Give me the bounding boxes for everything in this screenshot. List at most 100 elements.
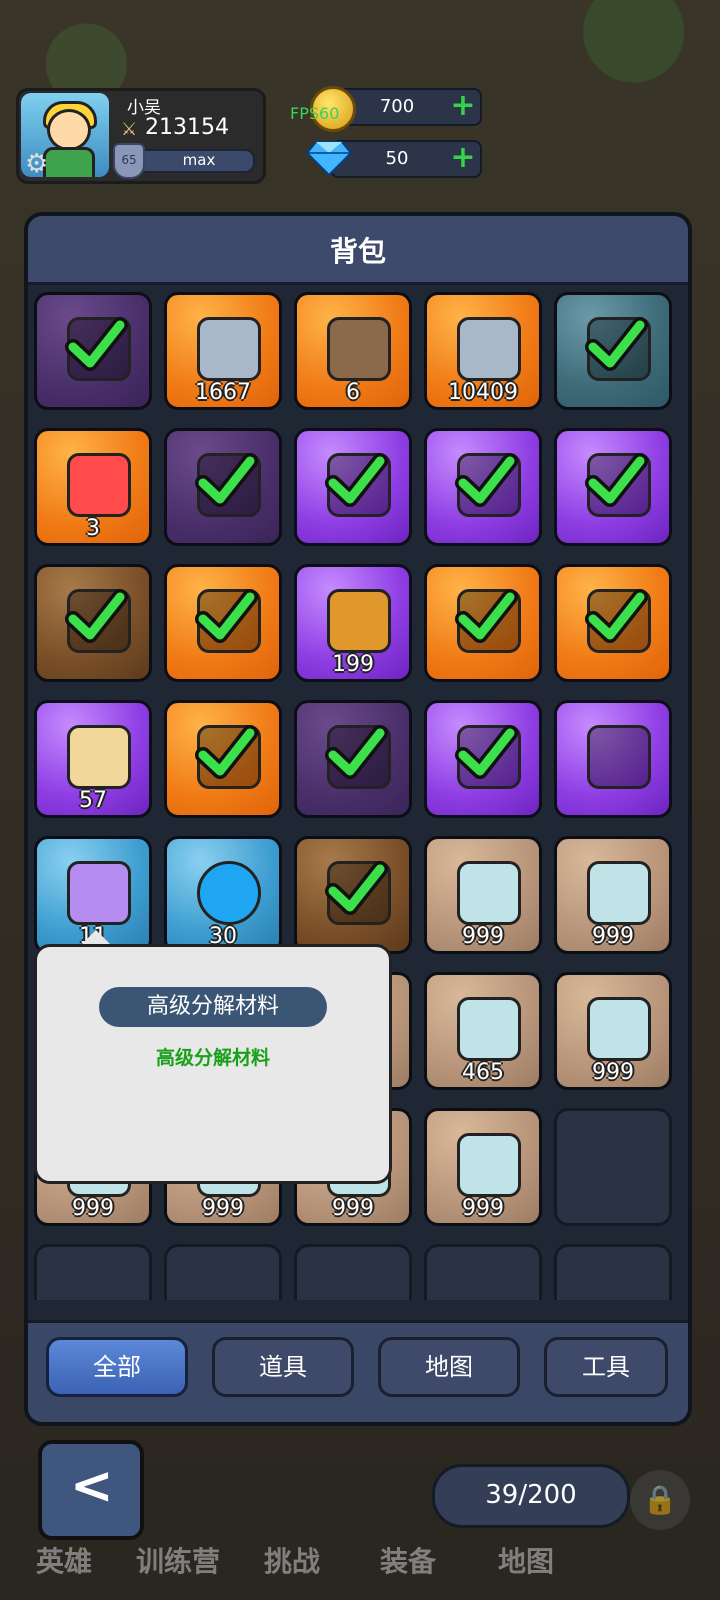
bag-title: 背包 — [329, 235, 386, 268]
checkmark-icon — [455, 589, 518, 643]
bag-panel: 背包 1667 6 10409 3 199 57 11 30 999 999 465 999 999 99… — [24, 212, 692, 1426]
bag-slot[interactable]: 999 — [554, 836, 672, 954]
checkmark-icon — [455, 725, 518, 779]
tab-tools[interactable]: 工具 — [544, 1337, 668, 1397]
add-gems-button[interactable]: + — [450, 143, 476, 173]
checkmark-icon — [325, 725, 388, 779]
item-count: 465 — [462, 1060, 504, 1085]
nav-training-camp[interactable]: 训练营 — [136, 1540, 220, 1580]
gem-amount: 50 — [385, 148, 409, 169]
paw-icon — [327, 317, 391, 381]
checkmark-icon — [455, 453, 518, 507]
bag-slot[interactable] — [424, 700, 542, 818]
empty-slot[interactable] — [554, 1244, 672, 1300]
bag-capacity: 39/200 — [432, 1464, 630, 1528]
item-count: 999 — [462, 1196, 504, 1221]
bag-slot[interactable] — [554, 564, 672, 682]
checkmark-icon — [585, 317, 648, 371]
bag-slot[interactable]: 6 — [294, 292, 412, 410]
tooltip-description: 高级分解材料 — [155, 1047, 270, 1069]
checkmark-icon — [325, 861, 388, 915]
chevron-left-icon: < — [70, 1456, 114, 1516]
tab-all[interactable]: 全部 — [46, 1337, 188, 1397]
empty-slot[interactable] — [34, 1244, 152, 1300]
lock-icon: 🔒 — [630, 1470, 690, 1530]
bag-tab-bar: 全部 道具 地图 工具 — [28, 1320, 688, 1422]
bag-slot[interactable] — [164, 564, 282, 682]
bag-slot[interactable] — [554, 428, 672, 546]
nav-equipment[interactable]: 装备 — [380, 1540, 436, 1580]
red-crystal-icon — [67, 453, 131, 517]
swords-icon: ⚔ — [121, 119, 138, 140]
bag-slot[interactable] — [34, 564, 152, 682]
bag-header: 背包 — [28, 216, 688, 285]
rune-stone-icon — [197, 317, 261, 381]
bag-slot[interactable]: 999 — [424, 1108, 542, 1226]
nav-heroes[interactable]: 英雄 — [36, 1540, 92, 1580]
map-icon — [67, 725, 131, 789]
bag-slot[interactable] — [554, 700, 672, 818]
bag-slot[interactable] — [424, 428, 542, 546]
bag-slot[interactable] — [164, 428, 282, 546]
nav-challenge[interactable]: 挑战 — [264, 1540, 320, 1580]
item-tooltip: 高级分解材料 高级分解材料 — [34, 944, 392, 1184]
item-count: 199 — [332, 652, 374, 677]
checkmark-icon — [65, 589, 128, 643]
bag-slot[interactable] — [294, 700, 412, 818]
bag-slot[interactable] — [164, 700, 282, 818]
stone-icon — [457, 861, 521, 925]
back-button[interactable]: < — [38, 1440, 144, 1540]
item-count: 999 — [72, 1196, 114, 1221]
bag-slot[interactable]: 199 — [294, 564, 412, 682]
gold-amount: 700 — [379, 96, 415, 117]
empty-slot[interactable] — [164, 1244, 282, 1300]
item-count: 3 — [86, 516, 100, 541]
player-avatar[interactable]: ⚙ — [21, 93, 109, 177]
item-count: 6 — [346, 380, 360, 405]
item-count: 999 — [592, 924, 634, 949]
mask-icon — [327, 589, 391, 653]
checkmark-icon — [585, 453, 648, 507]
bag-slot[interactable]: 465 — [424, 972, 542, 1090]
level-status: max — [182, 151, 216, 169]
bag-slot[interactable]: 57 — [34, 700, 152, 818]
add-gold-button[interactable]: + — [450, 91, 476, 121]
diamond-icon — [306, 141, 352, 176]
gem-resource: 50 + — [330, 140, 482, 178]
player-card[interactable]: ⚙ 小吴 ⚔ 213154 65 max — [16, 88, 266, 184]
bag-slot[interactable] — [554, 292, 672, 410]
bag-slot[interactable]: 999 — [554, 972, 672, 1090]
blue-orb-icon — [197, 861, 261, 925]
fps-counter: FPS60 — [290, 104, 340, 123]
empty-slot[interactable] — [554, 1108, 672, 1226]
bag-slot[interactable] — [294, 836, 412, 954]
gear-icon[interactable]: ⚙ — [25, 151, 51, 177]
player-power: 213154 — [145, 115, 229, 140]
stone-icon — [457, 1133, 521, 1197]
tab-items[interactable]: 道具 — [212, 1337, 354, 1397]
bag-slot[interactable]: 3 — [34, 428, 152, 546]
bag-slot[interactable]: 999 — [424, 836, 542, 954]
rune-stone-icon — [457, 317, 521, 381]
stone-icon — [587, 861, 651, 925]
checkmark-icon — [195, 589, 258, 643]
empty-slot[interactable] — [294, 1244, 412, 1300]
empty-slot[interactable] — [424, 1244, 542, 1300]
bag-slot[interactable]: 10409 — [424, 292, 542, 410]
tooltip-title: 高级分解材料 — [146, 994, 279, 1019]
item-count: 1667 — [195, 380, 251, 405]
tab-maps[interactable]: 地图 — [378, 1337, 520, 1397]
checkmark-icon — [195, 725, 258, 779]
checkmark-icon — [325, 453, 388, 507]
item-count: 57 — [79, 788, 107, 813]
bag-slot[interactable] — [424, 564, 542, 682]
nav-map[interactable]: 地图 — [498, 1540, 554, 1580]
item-count: 10409 — [448, 380, 518, 405]
checkmark-icon — [585, 589, 648, 643]
stone-icon — [587, 997, 651, 1061]
bag-slot[interactable]: 30 — [164, 836, 282, 954]
bag-slot[interactable] — [34, 292, 152, 410]
bag-slot[interactable]: 1667 — [164, 292, 282, 410]
bag-slot[interactable] — [294, 428, 412, 546]
level-shield-icon: 65 — [113, 143, 145, 179]
